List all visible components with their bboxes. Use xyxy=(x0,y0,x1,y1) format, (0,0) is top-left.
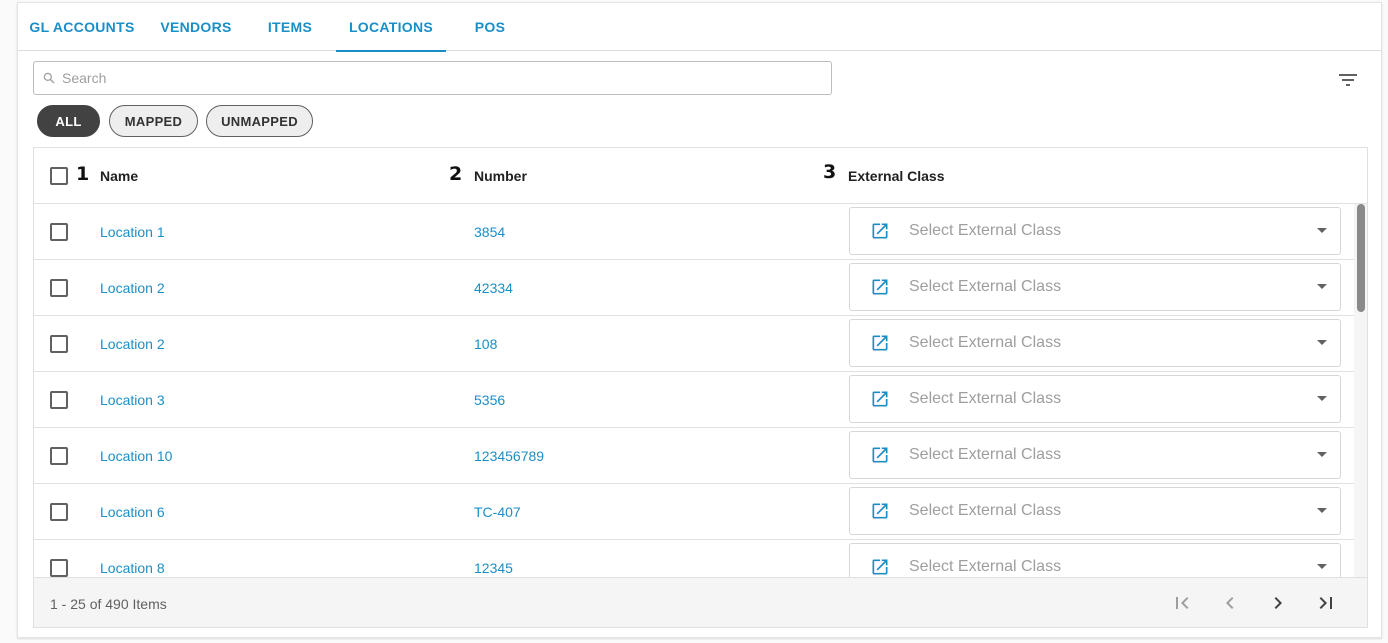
tab-gl-accounts[interactable]: GL ACCOUNTS xyxy=(18,3,146,51)
location-name-link[interactable]: Location 10 xyxy=(100,428,172,484)
select-placeholder: Select External Class xyxy=(909,558,1062,575)
select-placeholder: Select External Class xyxy=(909,390,1062,407)
external-class-select[interactable]: Select External Class xyxy=(849,207,1341,255)
table-row: Location 6 TC-407 Select External Class xyxy=(34,484,1354,540)
open-in-new-icon[interactable] xyxy=(870,501,890,521)
grid-body: Location 1 3854 Select External Class Lo… xyxy=(34,204,1367,577)
location-number-link[interactable]: 42334 xyxy=(474,260,513,316)
search-input[interactable] xyxy=(62,63,822,93)
location-number-link[interactable]: 5356 xyxy=(474,372,505,428)
column-header-name[interactable]: Name xyxy=(100,148,138,204)
chevron-down-icon xyxy=(1317,228,1327,233)
grid-header: 1 Name 2 Number 3 External Class xyxy=(34,148,1367,204)
open-in-new-icon[interactable] xyxy=(870,277,890,297)
open-in-new-icon[interactable] xyxy=(870,389,890,409)
select-placeholder: Select External Class xyxy=(909,334,1062,351)
mapping-panel: GL ACCOUNTS VENDORS ITEMS LOCATIONS POS … xyxy=(17,2,1382,638)
tab-items[interactable]: ITEMS xyxy=(246,3,334,51)
tab-bar: GL ACCOUNTS VENDORS ITEMS LOCATIONS POS xyxy=(18,3,1381,52)
chevron-down-icon xyxy=(1317,452,1327,457)
location-number-link[interactable]: 12345 xyxy=(474,540,513,577)
vertical-scrollbar[interactable] xyxy=(1354,204,1367,577)
pagination-summary: 1 - 25 of 490 Items xyxy=(50,595,167,612)
open-in-new-icon[interactable] xyxy=(870,445,890,465)
chevron-down-icon xyxy=(1317,564,1327,569)
filter-icon[interactable] xyxy=(1336,68,1360,92)
table-row: Location 2 42334 Select External Class xyxy=(34,260,1354,316)
table-row: Location 2 108 Select External Class xyxy=(34,316,1354,372)
chevron-down-icon xyxy=(1317,396,1327,401)
column-header-external-class[interactable]: External Class xyxy=(848,148,945,204)
filter-chip-mapped[interactable]: MAPPED xyxy=(109,105,198,137)
pagination-bar: 1 - 25 of 490 Items xyxy=(34,577,1367,627)
column-marker: 3 xyxy=(823,161,837,183)
table-row: Location 3 5356 Select External Class xyxy=(34,372,1354,428)
chevron-down-icon xyxy=(1317,508,1327,513)
search-box xyxy=(33,61,832,95)
external-class-select[interactable]: Select External Class xyxy=(849,487,1341,535)
table-row: Location 10 123456789 Select External Cl… xyxy=(34,428,1354,484)
filter-chip-unmapped[interactable]: UNMAPPED xyxy=(206,105,313,137)
external-class-select[interactable]: Select External Class xyxy=(849,319,1341,367)
locations-grid: 1 Name 2 Number 3 External Class Locatio… xyxy=(33,147,1368,628)
external-class-select[interactable]: Select External Class xyxy=(849,375,1341,423)
row-checkbox[interactable] xyxy=(50,447,68,465)
search-icon xyxy=(43,72,55,84)
table-row: Location 1 3854 Select External Class xyxy=(34,204,1354,260)
column-header-number[interactable]: Number xyxy=(474,148,527,204)
location-number-link[interactable]: TC-407 xyxy=(474,484,521,540)
location-name-link[interactable]: Location 1 xyxy=(100,204,165,260)
column-marker: 2 xyxy=(449,163,463,185)
tab-vendors[interactable]: VENDORS xyxy=(146,3,246,51)
open-in-new-icon[interactable] xyxy=(870,221,890,241)
table-row: Location 8 12345 Select External Class xyxy=(34,540,1354,577)
row-checkbox[interactable] xyxy=(50,279,68,297)
location-name-link[interactable]: Location 8 xyxy=(100,540,165,577)
row-checkbox[interactable] xyxy=(50,335,68,353)
external-class-select[interactable]: Select External Class xyxy=(849,263,1341,311)
location-number-link[interactable]: 123456789 xyxy=(474,428,544,484)
chevron-down-icon xyxy=(1317,340,1327,345)
location-number-link[interactable]: 108 xyxy=(474,316,497,372)
select-placeholder: Select External Class xyxy=(909,446,1062,463)
scrollbar-thumb[interactable] xyxy=(1357,204,1365,312)
column-marker: 1 xyxy=(76,163,90,185)
previous-page-icon[interactable] xyxy=(1218,591,1242,615)
select-placeholder: Select External Class xyxy=(909,278,1062,295)
location-name-link[interactable]: Location 6 xyxy=(100,484,165,540)
row-checkbox[interactable] xyxy=(50,559,68,577)
open-in-new-icon[interactable] xyxy=(870,557,890,577)
filter-chip-all[interactable]: ALL xyxy=(37,105,100,137)
first-page-icon[interactable] xyxy=(1170,591,1194,615)
row-checkbox[interactable] xyxy=(50,223,68,241)
row-checkbox[interactable] xyxy=(50,503,68,521)
external-class-select[interactable]: Select External Class xyxy=(849,543,1341,577)
tab-pos[interactable]: POS xyxy=(446,3,534,51)
location-name-link[interactable]: Location 2 xyxy=(100,316,165,372)
next-page-icon[interactable] xyxy=(1266,591,1290,615)
last-page-icon[interactable] xyxy=(1314,591,1338,615)
select-placeholder: Select External Class xyxy=(909,502,1062,519)
tab-locations[interactable]: LOCATIONS xyxy=(336,3,446,52)
location-number-link[interactable]: 3854 xyxy=(474,204,505,260)
location-name-link[interactable]: Location 2 xyxy=(100,260,165,316)
location-name-link[interactable]: Location 3 xyxy=(100,372,165,428)
open-in-new-icon[interactable] xyxy=(870,333,890,353)
chevron-down-icon xyxy=(1317,284,1327,289)
select-all-checkbox[interactable] xyxy=(50,167,68,185)
select-placeholder: Select External Class xyxy=(909,222,1062,239)
row-checkbox[interactable] xyxy=(50,391,68,409)
external-class-select[interactable]: Select External Class xyxy=(849,431,1341,479)
